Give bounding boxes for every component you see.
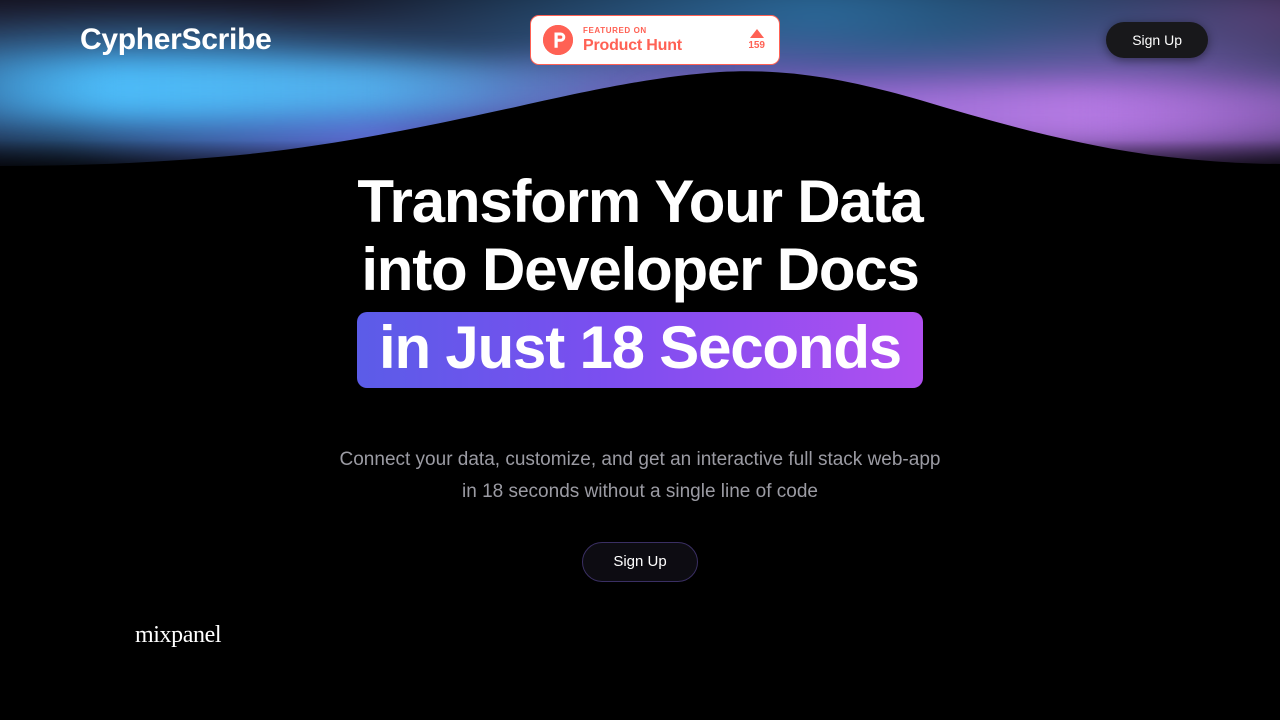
- hero-line-1: Transform Your Data: [357, 168, 923, 235]
- hero-subtitle-line-1: Connect your data, customize, and get an…: [339, 449, 941, 470]
- product-hunt-badge[interactable]: FEATURED ON Product Hunt 159: [530, 15, 780, 65]
- upvote-arrow-icon: [749, 29, 764, 38]
- product-hunt-kicker: FEATURED ON: [583, 25, 647, 35]
- hero-headline: Transform Your Data into Developer Docs …: [0, 168, 1280, 388]
- mixpanel-logo[interactable]: mixpanel: [135, 622, 222, 649]
- site-header: CypherScribe FEATURED ON Product Hunt 15…: [0, 0, 1280, 80]
- page-root: CypherScribe FEATURED ON Product Hunt 15…: [0, 0, 1280, 720]
- hero-highlight: in Just 18 Seconds: [357, 312, 923, 388]
- hero-line-2: into Developer Docs: [361, 236, 920, 303]
- docs-preview: mixpanel ⌘ K Home Contribute Contact: [0, 612, 1280, 720]
- hero-subtitle-line-2: in 18 seconds without a single line of c…: [462, 481, 818, 502]
- product-hunt-icon: [543, 25, 573, 55]
- brand-logo[interactable]: CypherScribe: [80, 23, 272, 57]
- product-hunt-name: Product Hunt: [583, 36, 682, 54]
- hero-section: Transform Your Data into Developer Docs …: [0, 168, 1280, 582]
- hero-subtitle: Connect your data, customize, and get an…: [0, 444, 1280, 508]
- product-hunt-texts: FEATURED ON Product Hunt: [583, 25, 738, 54]
- header-signup-button[interactable]: Sign Up: [1106, 22, 1208, 58]
- hero-signup-button[interactable]: Sign Up: [582, 542, 698, 582]
- product-hunt-upvote[interactable]: 159: [748, 29, 767, 51]
- product-hunt-vote-count: 159: [748, 40, 765, 51]
